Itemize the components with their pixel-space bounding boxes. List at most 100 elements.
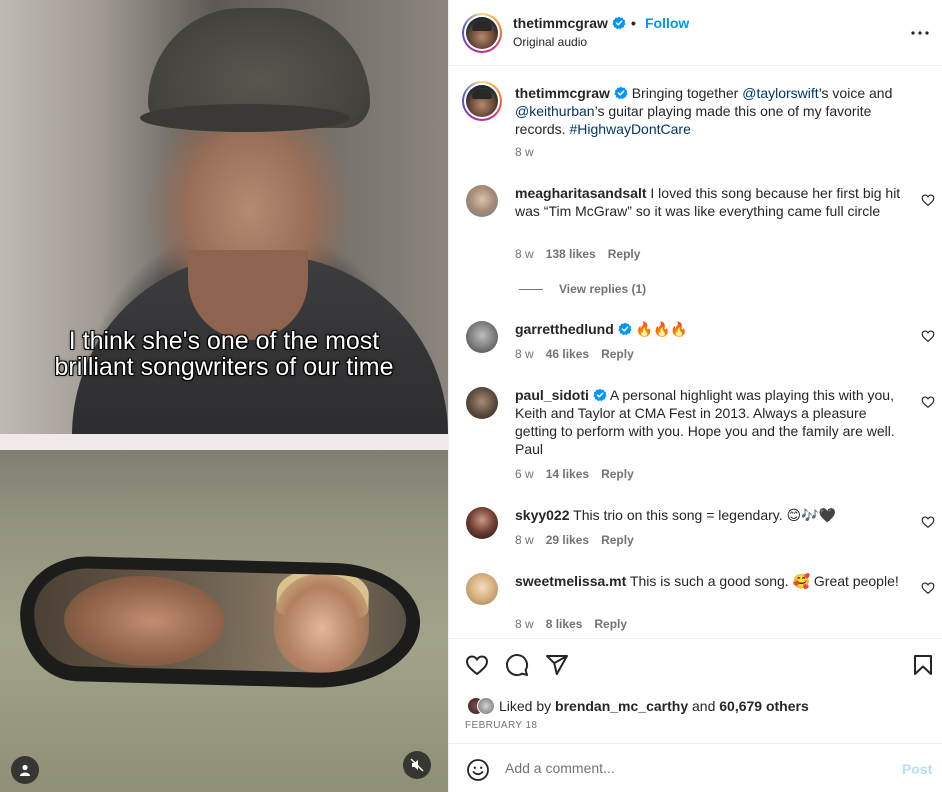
post-comment-button[interactable]: Post [902, 761, 932, 777]
comment-timestamp[interactable]: 8 w [515, 347, 534, 361]
liked-by-others[interactable]: 60,679 others [719, 698, 809, 714]
liked-by-summary: Liked by brendan_mc_carthy and 60,679 ot… [467, 697, 809, 715]
comment-username[interactable]: sweetmelissa.mt [515, 573, 626, 589]
comment-meta: 6 w 14 likes Reply [515, 467, 646, 481]
paper-plane-icon[interactable] [545, 653, 569, 677]
video-subtitle-line-2: brilliant songwriters of our time [54, 353, 394, 381]
tagged-users-button[interactable] [11, 756, 39, 784]
mention-link-taylorswift[interactable]: @taylorswift [742, 85, 818, 101]
heart-icon[interactable] [921, 329, 935, 343]
comment-likes[interactable]: 14 likes [546, 467, 589, 481]
author-avatar-image [466, 17, 498, 49]
comment-body: skyy022 This trio on this song = legenda… [515, 506, 911, 524]
emoji-smile-icon[interactable] [466, 758, 490, 782]
comment-likes[interactable]: 138 likes [546, 247, 596, 261]
liked-by-user[interactable]: brendan_mc_carthy [555, 698, 688, 714]
comment-reply-button[interactable]: Reply [601, 467, 634, 481]
audio-link[interactable]: Original audio [513, 35, 587, 49]
comment-body: meagharitasandsalt I loved this song bec… [515, 184, 911, 220]
comment-username[interactable]: skyy022 [515, 507, 570, 523]
liked-by-and: and [692, 698, 716, 714]
caption-author-avatar-image [466, 85, 498, 117]
author-username-text: thetimmcgraw [513, 15, 608, 31]
caption-text-part-2: ’s voice and [818, 85, 893, 101]
liked-by-text: Liked by brendan_mc_carthy and 60,679 ot… [499, 698, 809, 714]
comment-reply-button[interactable]: Reply [594, 617, 627, 631]
caption-username[interactable]: thetimmcgraw [515, 85, 610, 101]
post-header: thetimmcgraw • Follow Original audio [449, 0, 942, 66]
comment-bubble-icon[interactable] [505, 653, 529, 677]
comment-meta: 8 w 29 likes Reply [515, 533, 646, 547]
view-replies-label: View replies (1) [559, 282, 647, 296]
comment-body: paul_sidoti A personal highlight was pla… [515, 386, 911, 458]
heart-icon[interactable] [921, 515, 935, 529]
heart-icon[interactable] [921, 193, 935, 207]
heart-icon[interactable] [921, 395, 935, 409]
comment-timestamp[interactable]: 8 w [515, 617, 534, 631]
comment-timestamp[interactable]: 6 w [515, 467, 534, 481]
post-media[interactable]: I think she's one of the most brilliant … [0, 0, 448, 792]
verified-badge-icon [612, 16, 626, 30]
comment-username[interactable]: garretthedlund [515, 321, 614, 337]
comment-avatar[interactable] [466, 507, 498, 539]
post-date[interactable]: FEBRUARY 18 [465, 720, 537, 731]
post-actions: Liked by brendan_mc_carthy and 60,679 ot… [449, 638, 942, 744]
caption-author-avatar[interactable] [462, 81, 502, 121]
video-frame-bottom [0, 450, 448, 792]
comment-username[interactable]: paul_sidoti [515, 387, 589, 403]
comment-meta: 8 w 138 likes Reply [515, 247, 652, 261]
more-options-icon[interactable] [909, 22, 931, 44]
comment-avatar[interactable] [466, 573, 498, 605]
comment-text: 🔥🔥🔥 [635, 321, 688, 337]
mention-link-keithurban[interactable]: @keithurban [515, 103, 595, 119]
verified-badge-icon [618, 322, 632, 336]
liked-by-prefix: Liked by [499, 698, 552, 714]
caption-meta: 8 w [515, 145, 546, 159]
instagram-post-view: I think she's one of the most brilliant … [0, 0, 942, 792]
verified-badge-icon [593, 388, 607, 402]
author-username[interactable]: thetimmcgraw [513, 15, 626, 31]
comment-avatar[interactable] [466, 185, 498, 217]
comment-timestamp[interactable]: 8 w [515, 247, 534, 261]
caption-timestamp[interactable]: 8 w [515, 145, 534, 159]
author-avatar[interactable] [462, 13, 502, 53]
hashtag-link[interactable]: #HighwayDontCare [569, 121, 690, 137]
comment-reply-button[interactable]: Reply [601, 533, 634, 547]
view-replies-button[interactable]: View replies (1) [519, 282, 646, 296]
mirror-face-right [272, 573, 371, 674]
person-icon [20, 764, 30, 776]
comments-section: thetimmcgraw Bringing together @taylorsw… [449, 66, 942, 638]
rearview-mirror [18, 554, 422, 691]
video-subtitle-line-1: I think she's one of the most [68, 327, 380, 355]
post-caption: thetimmcgraw Bringing together @taylorsw… [515, 84, 911, 138]
heart-icon[interactable] [465, 653, 489, 677]
comment-avatar[interactable] [466, 387, 498, 419]
liker-avatar[interactable] [477, 697, 495, 715]
comment-reply-button[interactable]: Reply [601, 347, 634, 361]
media-divider [0, 434, 448, 450]
comment-reply-button[interactable]: Reply [608, 247, 641, 261]
comment-input[interactable]: Add a comment... [505, 760, 615, 776]
comment-timestamp[interactable]: 8 w [515, 533, 534, 547]
comment-body: garretthedlund 🔥🔥🔥 [515, 320, 911, 338]
comment-likes[interactable]: 46 likes [546, 347, 589, 361]
comment-likes[interactable]: 29 likes [546, 533, 589, 547]
bookmark-icon[interactable] [911, 653, 935, 677]
mirror-glass [32, 567, 408, 675]
comment-avatar[interactable] [466, 321, 498, 353]
mirror-face-left [62, 573, 226, 669]
follow-button[interactable]: Follow [645, 15, 689, 31]
comment-text: This is such a good song. 🥰 Great people… [629, 573, 899, 589]
heart-icon[interactable] [921, 581, 935, 595]
video-subtitle: I think she's one of the most brilliant … [0, 328, 448, 380]
mute-toggle-button[interactable] [403, 751, 431, 779]
video-figure-cap-brim [140, 104, 350, 132]
comment-body: sweetmelissa.mt This is such a good song… [515, 572, 911, 590]
comment-text: This trio on this song = legendary. 😊🎶🖤 [573, 507, 836, 523]
comment-meta: 8 w 8 likes Reply [515, 617, 639, 631]
speaker-muted-icon [410, 758, 424, 772]
video-frame-top: I think she's one of the most brilliant … [0, 0, 448, 434]
comment-username[interactable]: meagharitasandsalt [515, 185, 647, 201]
comment-composer: Add a comment... Post [449, 744, 942, 792]
comment-likes[interactable]: 8 likes [546, 617, 583, 631]
